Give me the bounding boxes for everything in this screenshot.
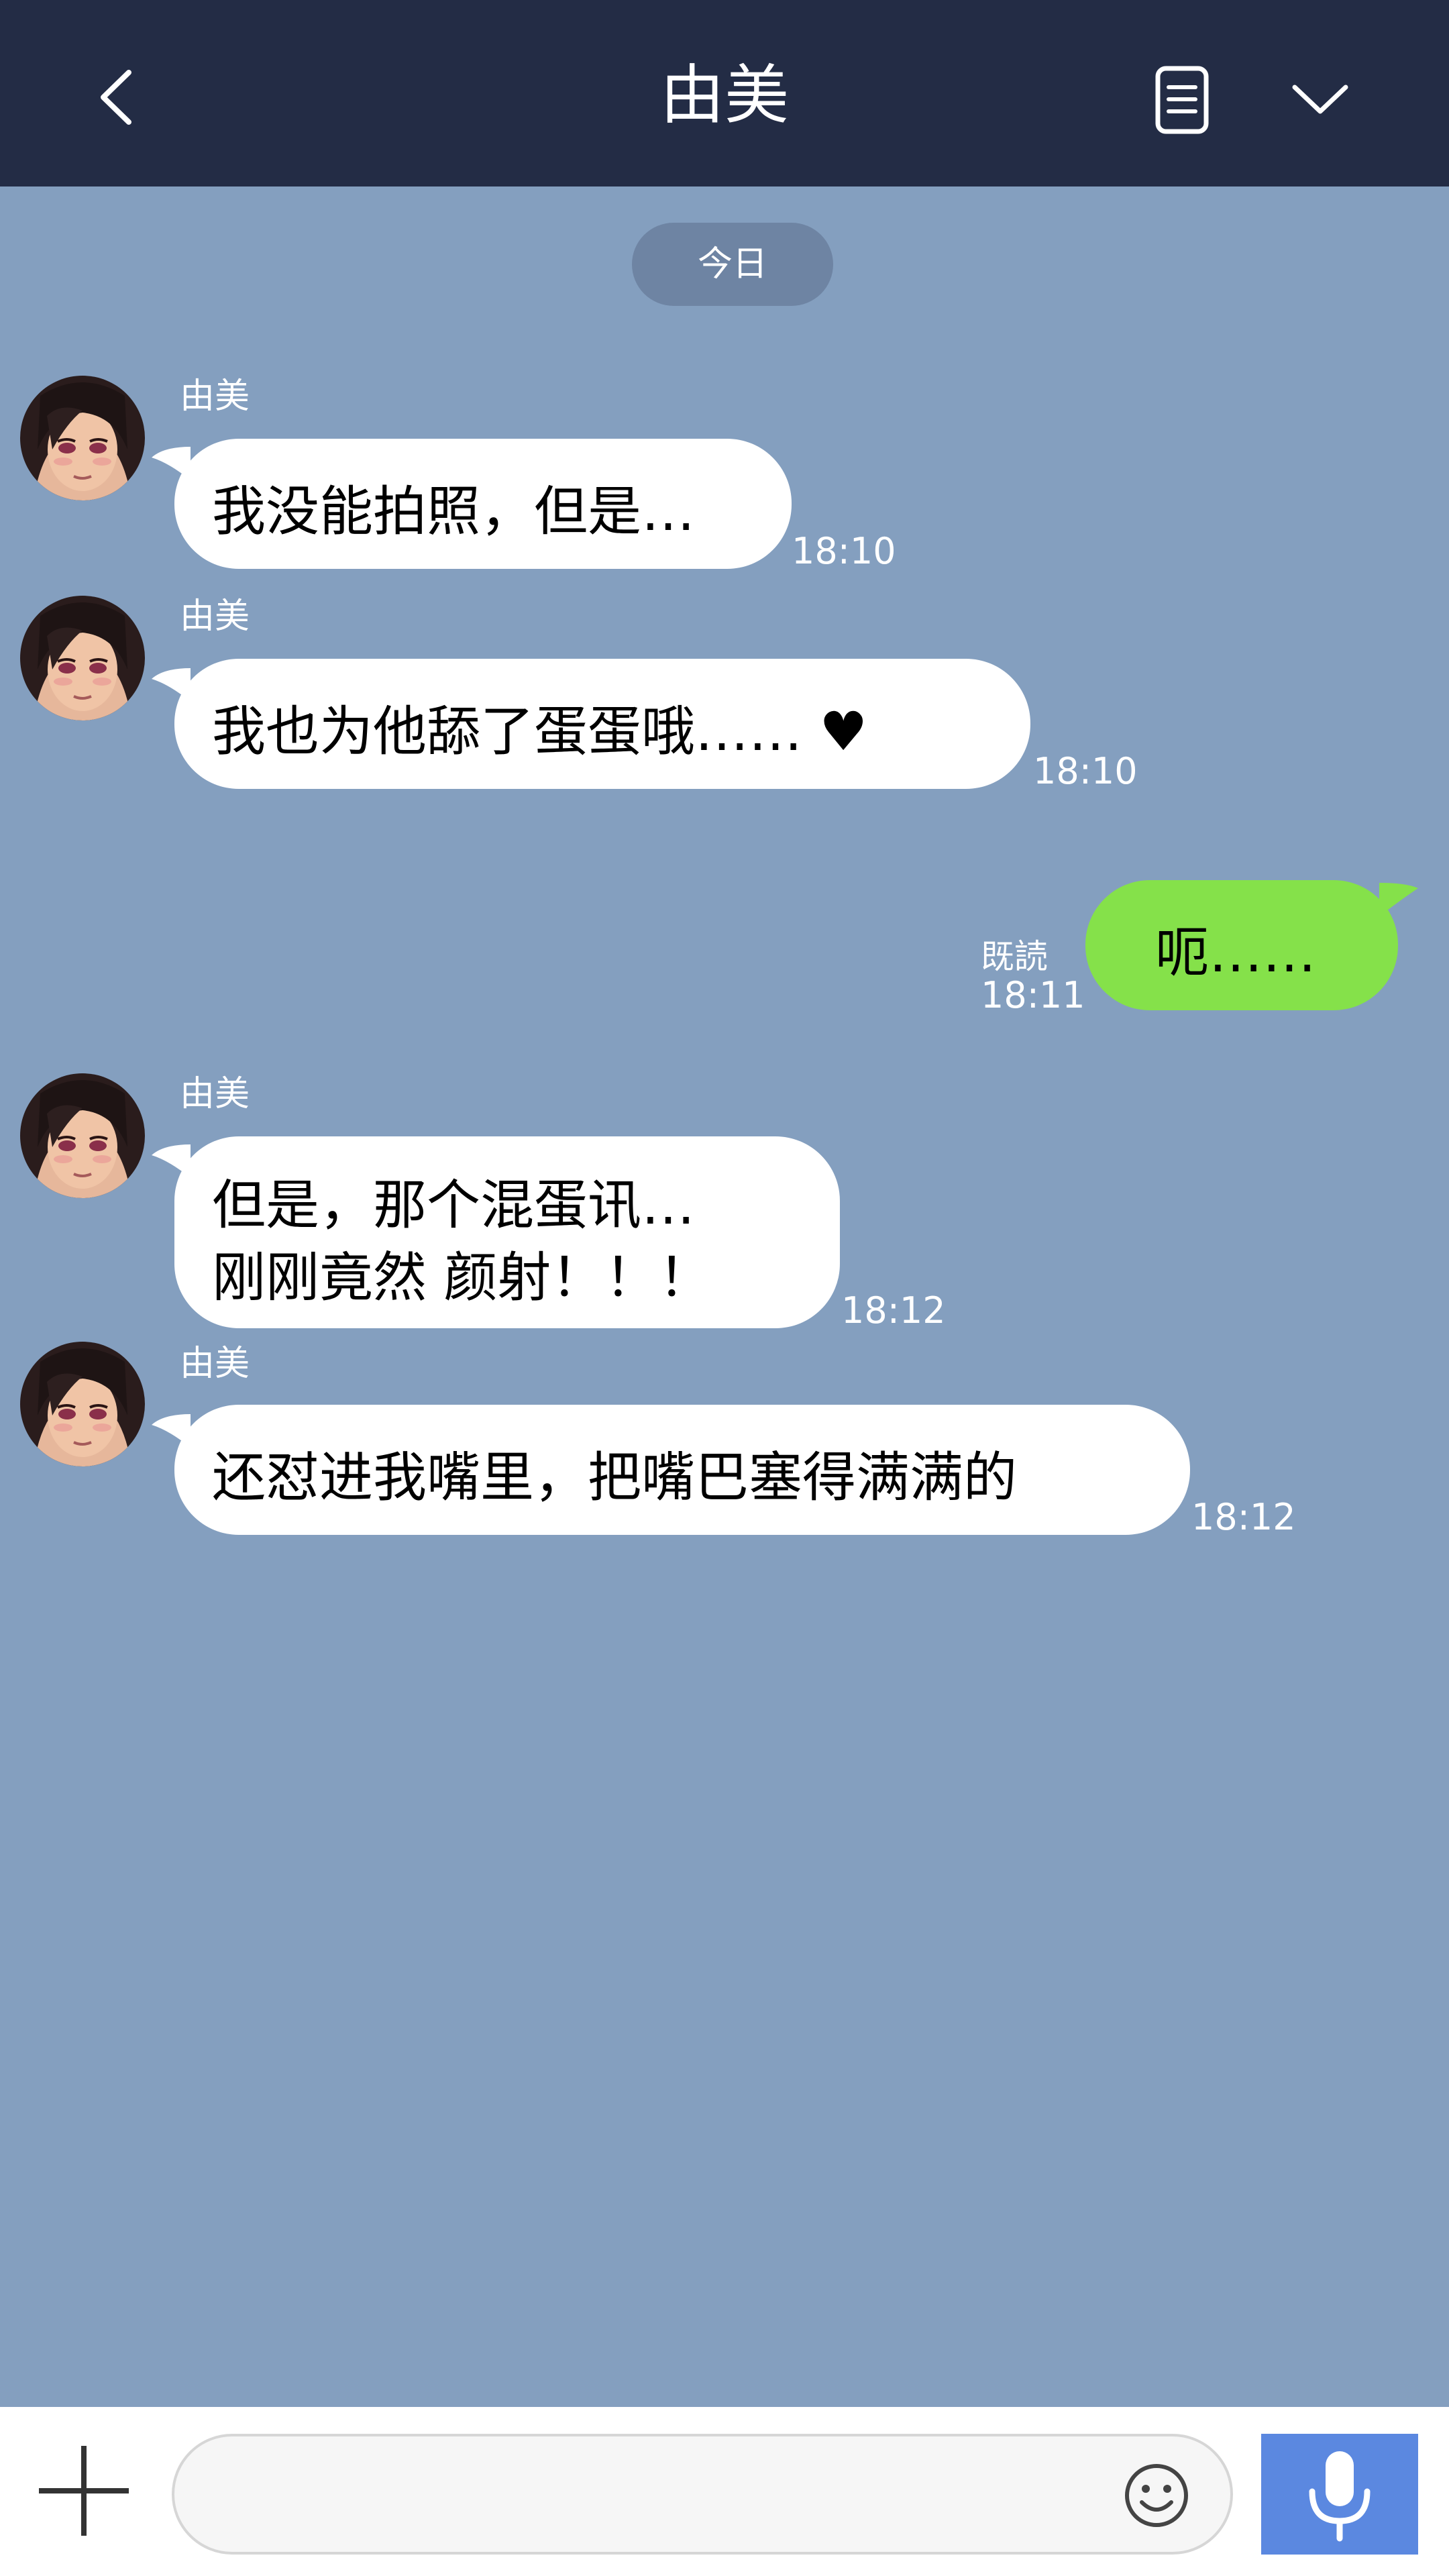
sender-name: 由美: [180, 376, 250, 417]
message-text: 我没能拍照，但是…: [212, 480, 695, 543]
date-separator: 今日: [632, 223, 833, 306]
message-text-line-1: 但是，那个混蛋讯…: [212, 1174, 695, 1236]
message-time: 18:12: [841, 1289, 946, 1332]
read-receipt: 既読: [981, 937, 1048, 976]
chat-title: 由美: [660, 58, 789, 133]
bubble-tail: [1379, 883, 1418, 916]
message-text: 我也为他舔了蛋蛋哦…… ♥: [212, 700, 868, 763]
avatar[interactable]: [20, 596, 145, 720]
sender-name: 由美: [180, 596, 250, 637]
message-time: 18:11: [981, 974, 1085, 1016]
message-bubble[interactable]: 我没能拍照，但是…: [174, 439, 792, 569]
message-text-line-2: 刚刚竟然 颜射！！！: [212, 1246, 712, 1309]
message-bubble[interactable]: 还怼进我嘴里，把嘴巴塞得满满的: [174, 1405, 1190, 1535]
message-bubble-outgoing[interactable]: 呃……: [1085, 880, 1398, 1010]
message-text: 呃……: [1155, 922, 1316, 984]
sender-name: 由美: [180, 1344, 250, 1384]
message-input[interactable]: [172, 2434, 1233, 2555]
message-text: 还怼进我嘴里，把嘴巴塞得满满的: [212, 1446, 1017, 1509]
message-bubble[interactable]: 但是，那个混蛋讯… 刚刚竟然 颜射！！！: [174, 1136, 840, 1328]
emoji-button[interactable]: [1122, 2461, 1191, 2530]
chevron-down-icon: [1292, 85, 1348, 114]
message-time: 18:12: [1191, 1496, 1296, 1538]
avatar[interactable]: [20, 1073, 145, 1198]
smiley-icon: [1125, 2464, 1188, 2527]
chat-header: 由美: [0, 0, 1449, 186]
menu-dropdown-button[interactable]: [1287, 72, 1354, 126]
message-composer: [0, 2407, 1449, 2576]
plus-icon: [39, 2446, 129, 2536]
message-time: 18:10: [792, 530, 896, 572]
add-attachment-button[interactable]: [34, 2440, 134, 2541]
notes-button[interactable]: [1148, 62, 1216, 140]
message-time: 18:10: [1033, 750, 1138, 792]
message-bubble[interactable]: 我也为他舔了蛋蛋哦…… ♥: [174, 659, 1030, 789]
voice-record-button[interactable]: [1261, 2434, 1418, 2555]
avatar[interactable]: [20, 376, 145, 500]
avatar[interactable]: [20, 1342, 145, 1466]
notes-icon: [1155, 66, 1209, 134]
sender-name: 由美: [180, 1074, 250, 1114]
microphone-icon: [1309, 2451, 1371, 2542]
